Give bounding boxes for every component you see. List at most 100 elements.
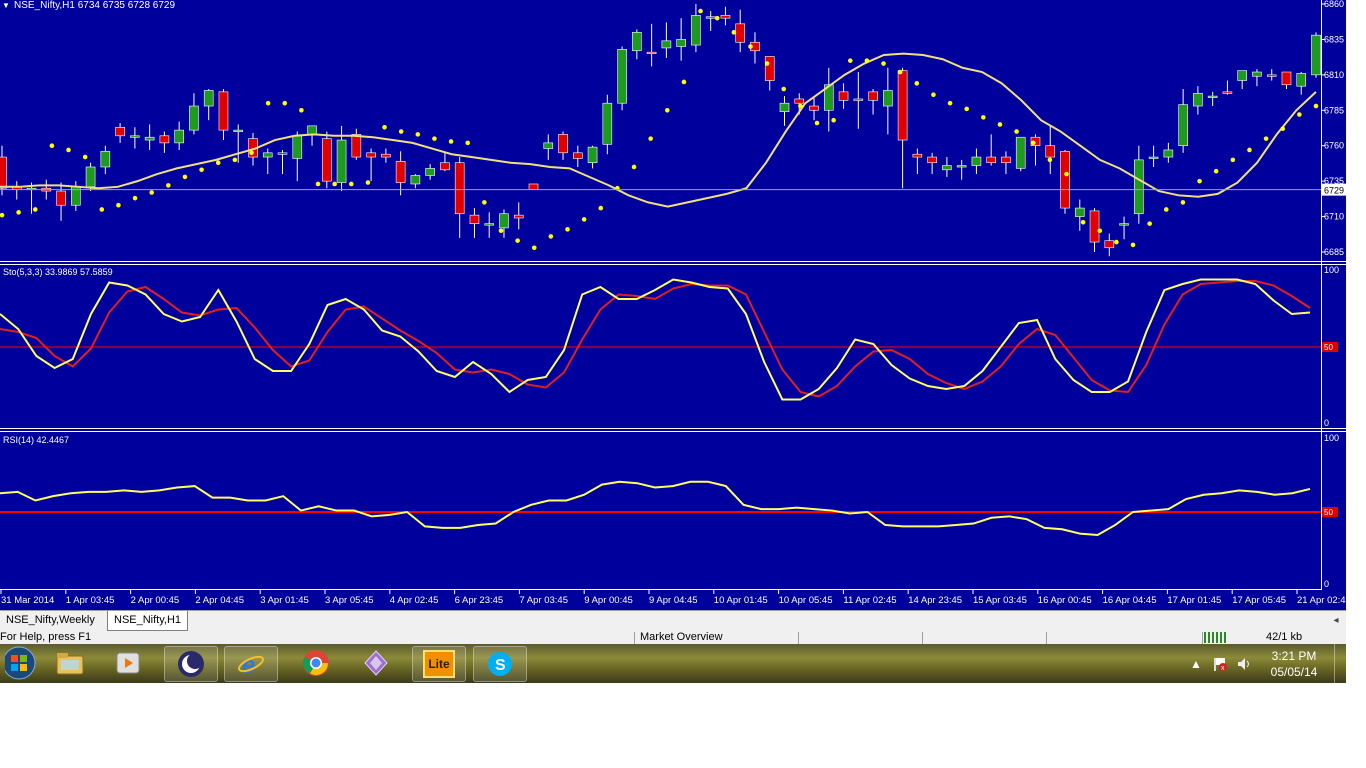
sar-dot — [1030, 140, 1036, 146]
candle-bear — [277, 152, 288, 155]
sar-dot — [448, 139, 454, 144]
candle-bull — [779, 102, 790, 113]
status-separator — [922, 632, 923, 644]
diamond-app-icon — [364, 650, 388, 676]
sar-dot — [132, 195, 138, 201]
windows-taskbar: e Lite S ▲ x 3:21 PM 05/05/14 — [0, 644, 1346, 683]
stochastic-tick-label: 0 — [1324, 418, 1329, 428]
candle-bear — [440, 162, 450, 171]
current-price-label: 6729 — [1324, 186, 1344, 196]
taskbar-chrome[interactable] — [290, 646, 342, 680]
candle-bull — [1163, 149, 1174, 158]
taskbar-internet-explorer[interactable]: e — [224, 646, 278, 682]
taskbar-trading-terminal[interactable] — [164, 646, 218, 682]
time-tick-label: 16 Apr 04:45 — [1103, 595, 1157, 606]
time-tick-label: 3 Apr 01:45 — [260, 595, 309, 606]
sar-dot — [1247, 147, 1252, 153]
candle-bear — [115, 126, 125, 137]
status-market-overview[interactable]: Market Overview — [640, 631, 723, 643]
sar-dot — [1114, 239, 1119, 245]
sar-dot — [1164, 207, 1169, 212]
sar-dot — [365, 180, 371, 185]
sar-dot — [315, 181, 321, 187]
sar-dot — [1230, 157, 1236, 163]
candle-bear — [1060, 151, 1070, 209]
candle-bull — [1237, 70, 1247, 81]
candle-bull — [499, 213, 509, 229]
sar-dot — [1080, 219, 1086, 225]
stochastic-label: Sto(5,3,3) 33.9869 57.5859 — [3, 267, 113, 277]
chart-canvas[interactable]: 501000 501000 67296860683568106785676067… — [0, 0, 1346, 610]
sar-dot — [82, 154, 88, 160]
sar-dot — [665, 107, 670, 113]
taskbar-skype[interactable]: S — [473, 646, 527, 682]
sar-dot — [166, 183, 171, 188]
time-tick-label: 6 Apr 23:45 — [455, 595, 504, 606]
price-tick-label: 6810 — [1324, 70, 1344, 80]
candle-bull — [85, 166, 96, 188]
taskbar-app-diamond[interactable] — [350, 646, 402, 680]
sar-dot — [681, 79, 687, 85]
taskbar-clock[interactable]: 3:21 PM 05/05/14 — [1262, 648, 1326, 680]
candle-bear — [794, 98, 805, 104]
candle-bull — [336, 139, 347, 183]
chart-tab-bar: NSE_Nifty,Weekly NSE_Nifty,H1 ◂ — [0, 610, 1346, 631]
time-tick-label: 21 Apr 02:45 — [1297, 595, 1346, 606]
candle-bull — [100, 151, 111, 168]
chart-area[interactable]: 50 100 0 50 100 0 6729 6860 6835 6810 6785 6760 67… — [0, 0, 1346, 610]
tray-show-hidden-icon[interactable]: ▲ — [1190, 644, 1202, 683]
sar-dot — [465, 140, 471, 146]
candle-bull — [189, 105, 199, 131]
stochastic-level-label: 50 — [1324, 343, 1333, 352]
candle-bear — [0, 156, 7, 189]
connection-status-icon[interactable] — [1204, 632, 1228, 643]
tab-scroll-left-icon[interactable]: ◂ — [1326, 611, 1346, 631]
candle-bear — [1266, 74, 1277, 77]
candle-bull — [292, 135, 303, 159]
sar-dot — [748, 44, 753, 49]
clock-time: 3:21 PM — [1271, 649, 1317, 663]
start-button[interactable] — [0, 646, 46, 680]
candle-bear — [1281, 71, 1292, 86]
sar-dot — [897, 69, 903, 75]
tab-nse-nifty-h1[interactable]: NSE_Nifty,H1 — [107, 611, 189, 631]
status-separator — [1046, 632, 1047, 644]
candle-bear — [218, 91, 229, 131]
time-tick-label: 3 Apr 05:45 — [325, 595, 374, 606]
rsi-label: RSI(14) 42.4467 — [3, 435, 69, 445]
right-gutter — [1346, 0, 1366, 610]
candle-bull — [956, 165, 967, 168]
candle-bear — [897, 70, 908, 141]
candle-bull — [130, 135, 140, 138]
sar-dot — [947, 100, 953, 106]
taskbar-media-player[interactable] — [102, 646, 154, 680]
candle-bear — [366, 152, 376, 158]
candle-bull — [1311, 34, 1321, 76]
sar-dot — [99, 207, 105, 212]
sar-dot — [1047, 157, 1053, 163]
action-center-flag-icon[interactable]: x — [1212, 644, 1228, 683]
candle-bear — [764, 56, 775, 81]
time-tick-label: 14 Apr 23:45 — [908, 595, 962, 606]
taskbar-explorer[interactable] — [44, 646, 96, 680]
tab-nse-nifty-weekly[interactable]: NSE_Nifty,Weekly — [0, 611, 101, 630]
sar-dot — [1130, 242, 1136, 248]
time-tick-label: 10 Apr 05:45 — [779, 595, 833, 606]
sar-dot — [498, 228, 504, 234]
candle-bull — [203, 90, 214, 107]
status-help-text: For Help, press F1 — [0, 631, 92, 643]
volume-icon[interactable] — [1236, 644, 1252, 683]
svg-text:x: x — [1221, 665, 1225, 672]
sar-dot — [182, 174, 188, 180]
sar-dot — [1097, 228, 1103, 234]
candle-bear — [1001, 156, 1011, 164]
candle-bull — [1178, 104, 1188, 147]
sar-dot — [997, 122, 1003, 127]
candle-bull — [1193, 92, 1203, 107]
taskbar-lite-app[interactable]: Lite — [412, 646, 466, 682]
sar-dot — [432, 136, 437, 141]
candles — [0, 4, 1321, 257]
candle-bear — [381, 153, 391, 158]
show-desktop-button[interactable] — [1334, 644, 1347, 683]
chart-menu-triangle-icon[interactable]: ▼ — [2, 1, 10, 10]
